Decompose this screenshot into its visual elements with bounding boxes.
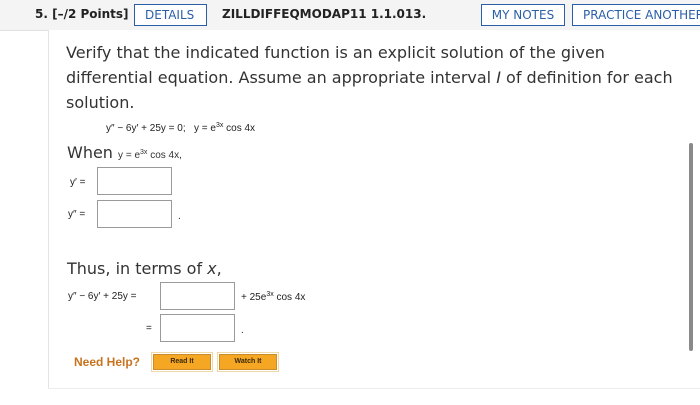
read-it-button[interactable]: Read It xyxy=(151,352,213,372)
divider xyxy=(48,388,700,389)
plus-term-exponent: 3x xyxy=(266,291,274,298)
y-prime-input[interactable] xyxy=(97,167,172,195)
my-notes-button[interactable]: MY NOTES xyxy=(481,4,565,26)
need-help-label: Need Help? xyxy=(74,355,141,369)
when-line: When y = e3x cos 4x, xyxy=(67,143,182,162)
practice-another-button[interactable]: PRACTICE ANOTHER xyxy=(572,4,700,26)
question-header: 5. [–/2 Points] DETAILS ZILLDIFFEQMODAP1… xyxy=(0,0,700,31)
problem-prompt: Verify that the indicated function is an… xyxy=(66,40,696,115)
lhs-answer-input[interactable] xyxy=(160,282,235,310)
differential-equation: y″ − 6y′ + 25y = 0; y = e3x cos 4x xyxy=(106,122,255,134)
y-double-prime-input[interactable] xyxy=(97,200,172,228)
when-base: y = e xyxy=(118,150,141,161)
question-number: 5. [–/2 Points] xyxy=(35,7,129,21)
when-function: y = e3x cos 4x, xyxy=(118,149,182,161)
when-label: When xyxy=(67,143,113,162)
problem-code: ZILLDIFFEQMODAP11 1.1.013. xyxy=(222,7,427,21)
final-suffix: . xyxy=(241,325,244,336)
y-double-prime-suffix: . xyxy=(178,211,181,222)
y-double-prime-label: y″ = xyxy=(68,209,86,220)
when-tail: cos 4x, xyxy=(147,150,182,161)
function-base: y = e xyxy=(193,123,216,134)
watch-it-button[interactable]: Watch It xyxy=(217,352,279,372)
plus-term: + 25e3x cos 4x xyxy=(241,291,305,303)
equation-text: y″ − 6y′ + 25y = 0; xyxy=(106,123,186,134)
plus-term-tail: cos 4x xyxy=(273,292,306,303)
equals-sign: = xyxy=(146,323,152,334)
thus-variable: x xyxy=(207,259,217,278)
final-answer-input[interactable] xyxy=(160,314,235,342)
plus-term-base: + 25e xyxy=(241,292,267,303)
function-tail: cos 4x xyxy=(223,123,256,134)
y-prime-label: y′ = xyxy=(70,177,86,188)
lhs-expression: y″ − 6y′ + 25y = xyxy=(68,291,137,302)
scrollbar[interactable] xyxy=(689,143,693,351)
thus-text: Thus, in terms of xyxy=(67,259,208,278)
thus-label: Thus, in terms of x, xyxy=(67,259,222,278)
details-button[interactable]: DETAILS xyxy=(134,4,207,26)
thus-comma: , xyxy=(216,259,222,278)
